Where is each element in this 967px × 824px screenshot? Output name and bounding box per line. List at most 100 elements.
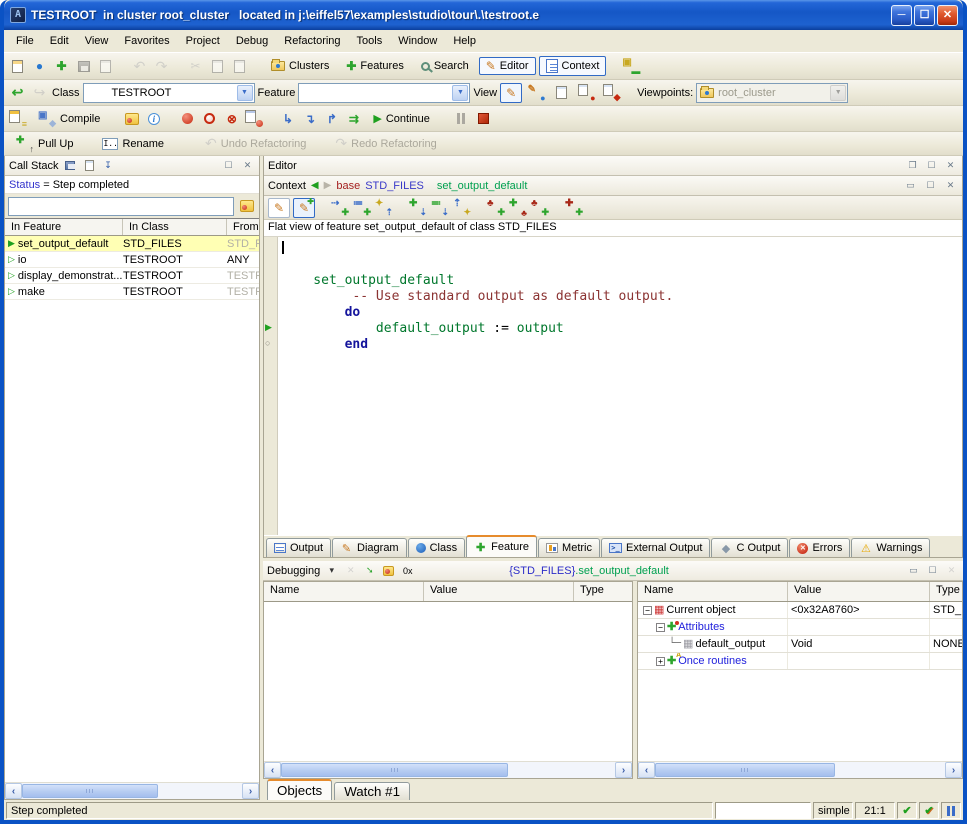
- undo-icon[interactable]: ↶: [130, 57, 149, 75]
- context-forward-icon[interactable]: ▶: [324, 180, 332, 191]
- code-line[interactable]: do: [282, 305, 962, 321]
- hex-toggle-button[interactable]: 0x: [400, 564, 415, 578]
- save-all-icon[interactable]: [96, 57, 115, 75]
- restore-editor-icon[interactable]: ❐: [905, 159, 920, 173]
- tab-diagram[interactable]: ✎Diagram: [332, 538, 407, 557]
- show-ancestors-icon[interactable]: ♣✚: [486, 199, 505, 216]
- save-icon[interactable]: [74, 57, 93, 75]
- menu-tools[interactable]: Tools: [349, 32, 391, 50]
- step-over-icon[interactable]: ↴: [300, 110, 319, 128]
- object-tree-row[interactable]: −✚Attributes: [638, 619, 962, 636]
- redo-refactoring-button[interactable]: ↷Redo Refactoring: [328, 132, 443, 155]
- scroll-track[interactable]: [22, 783, 242, 799]
- menu-debug[interactable]: Debug: [228, 32, 276, 50]
- close-context-icon[interactable]: ✕: [943, 179, 958, 193]
- clusters-button[interactable]: Clusters: [264, 57, 336, 75]
- class-combobox[interactable]: TESTROOT ▼: [83, 83, 255, 103]
- menu-refactoring[interactable]: Refactoring: [276, 32, 348, 50]
- code-line[interactable]: default_output := output: [282, 321, 962, 337]
- objects-hscrollbar[interactable]: ‹ ›: [638, 761, 962, 778]
- tab-class[interactable]: Class: [408, 538, 466, 557]
- tab-output[interactable]: Output: [266, 538, 331, 557]
- collapse-icon[interactable]: −: [643, 606, 652, 615]
- tab-warnings[interactable]: ⚠Warnings: [851, 538, 930, 557]
- tab-metric[interactable]: Metric: [538, 538, 600, 557]
- context-toggle-button[interactable]: Context: [539, 56, 607, 76]
- watch-body[interactable]: [264, 602, 632, 761]
- show-callers-icon[interactable]: ⇢✚: [330, 199, 349, 216]
- exception-filter-input[interactable]: [8, 197, 234, 216]
- scroll-right-icon[interactable]: ›: [945, 762, 962, 778]
- call-stack-hscrollbar[interactable]: ‹ ›: [5, 782, 259, 799]
- watch-hscrollbar[interactable]: ‹ ›: [264, 761, 632, 778]
- rename-button[interactable]: I..Rename: [95, 135, 171, 153]
- scroll-thumb[interactable]: [655, 763, 835, 777]
- call-stack-row[interactable]: ▷ioTESTROOTANY: [5, 252, 259, 268]
- feature-combobox[interactable]: ▼: [298, 83, 470, 103]
- exception-dialog-icon[interactable]: [381, 564, 396, 578]
- show-suppliers-icon[interactable]: ✚✚: [564, 199, 583, 216]
- info-icon[interactable]: i: [144, 110, 163, 128]
- stop-icon[interactable]: [474, 110, 493, 128]
- copy-icon[interactable]: [208, 57, 227, 75]
- compile-button[interactable]: ▣◆Compile: [30, 107, 107, 131]
- title-bar[interactable]: A TESTROOT in cluster root_cluster locat…: [4, 0, 963, 30]
- minimize-debug-icon[interactable]: ▭: [906, 564, 921, 578]
- close-debug-view-icon[interactable]: ✕: [343, 564, 358, 578]
- forward-icon[interactable]: ↪: [30, 84, 49, 102]
- show-callees-icon[interactable]: ✚⇣: [408, 199, 427, 216]
- view-basic-text-icon[interactable]: ✎: [500, 83, 522, 103]
- disable-breakpoints-icon[interactable]: [200, 110, 219, 128]
- paste-icon[interactable]: [230, 57, 249, 75]
- objects-column-name[interactable]: Name: [638, 582, 788, 601]
- show-assigners-icon[interactable]: ≔✚: [352, 199, 371, 216]
- step-into-icon[interactable]: ↳: [278, 110, 297, 128]
- tab-objects[interactable]: Objects: [267, 779, 332, 800]
- show-creators-icon[interactable]: ✦⇡: [374, 199, 393, 216]
- scroll-right-icon[interactable]: ›: [242, 783, 259, 799]
- maximize-panel-icon[interactable]: ☐: [221, 159, 236, 173]
- enable-breakpoints-icon[interactable]: [178, 110, 197, 128]
- tab-errors[interactable]: ✕Errors: [789, 538, 850, 557]
- expand-icon[interactable]: +: [656, 657, 665, 666]
- class-combo-arrow-icon[interactable]: ▼: [237, 85, 253, 101]
- save-call-stack-icon[interactable]: [63, 159, 78, 173]
- close-button[interactable]: ✕: [937, 5, 958, 26]
- breakpoints-window-icon[interactable]: [244, 110, 263, 128]
- scroll-left-icon[interactable]: ‹: [5, 783, 22, 799]
- crumb-feature[interactable]: set_output_default: [437, 180, 528, 192]
- objects-tree[interactable]: −▦Current object<0x32A8760>STD_FILES−✚At…: [638, 602, 962, 761]
- tab-c-output[interactable]: ◆C Output: [711, 538, 788, 557]
- call-stack-row[interactable]: ▶set_output_defaultSTD_FILESSTD_FILES: [5, 236, 259, 252]
- view-contract-icon[interactable]: ●: [575, 83, 597, 103]
- redo-icon[interactable]: ↷: [152, 57, 171, 75]
- menu-window[interactable]: Window: [390, 32, 445, 50]
- scroll-thumb[interactable]: [22, 784, 158, 798]
- open-icon[interactable]: ●: [30, 57, 49, 75]
- execution-point-icon[interactable]: ▶: [265, 321, 272, 333]
- object-tree-row[interactable]: −▦Current object<0x32A8760>STD_FILES: [638, 602, 962, 619]
- run-no-stop-icon[interactable]: ⇉: [344, 110, 363, 128]
- edit-new-feature-icon[interactable]: ✎✚: [293, 198, 315, 218]
- features-button[interactable]: ✚Features: [339, 56, 410, 76]
- maximize-debug-icon[interactable]: ☐: [925, 564, 940, 578]
- scroll-thumb[interactable]: [281, 763, 508, 777]
- watch-column-name[interactable]: Name: [264, 582, 424, 601]
- object-tree-row[interactable]: └─▦default_outputVoidNONE: [638, 636, 962, 653]
- code-line[interactable]: [282, 257, 962, 273]
- code-line[interactable]: [282, 241, 962, 257]
- scroll-track[interactable]: [281, 762, 615, 778]
- close-editor-icon[interactable]: ✕: [943, 159, 958, 173]
- crumb-class[interactable]: STD_FILES: [365, 180, 424, 192]
- scroll-left-icon[interactable]: ‹: [264, 762, 281, 778]
- column-in-feature[interactable]: In Feature: [5, 219, 123, 235]
- column-from[interactable]: From: [227, 219, 259, 235]
- maximize-context-icon[interactable]: ☐: [923, 179, 938, 193]
- external-commands-icon[interactable]: ▣▬: [621, 57, 640, 75]
- remove-breakpoints-icon[interactable]: ⊗: [222, 110, 241, 128]
- minimize-context-icon[interactable]: ▭: [903, 179, 918, 193]
- step-out-icon[interactable]: ↱: [322, 110, 341, 128]
- column-in-class[interactable]: In Class: [123, 219, 227, 235]
- tab-watch-1[interactable]: Watch #1: [334, 782, 410, 800]
- new-window-icon[interactable]: [8, 57, 27, 75]
